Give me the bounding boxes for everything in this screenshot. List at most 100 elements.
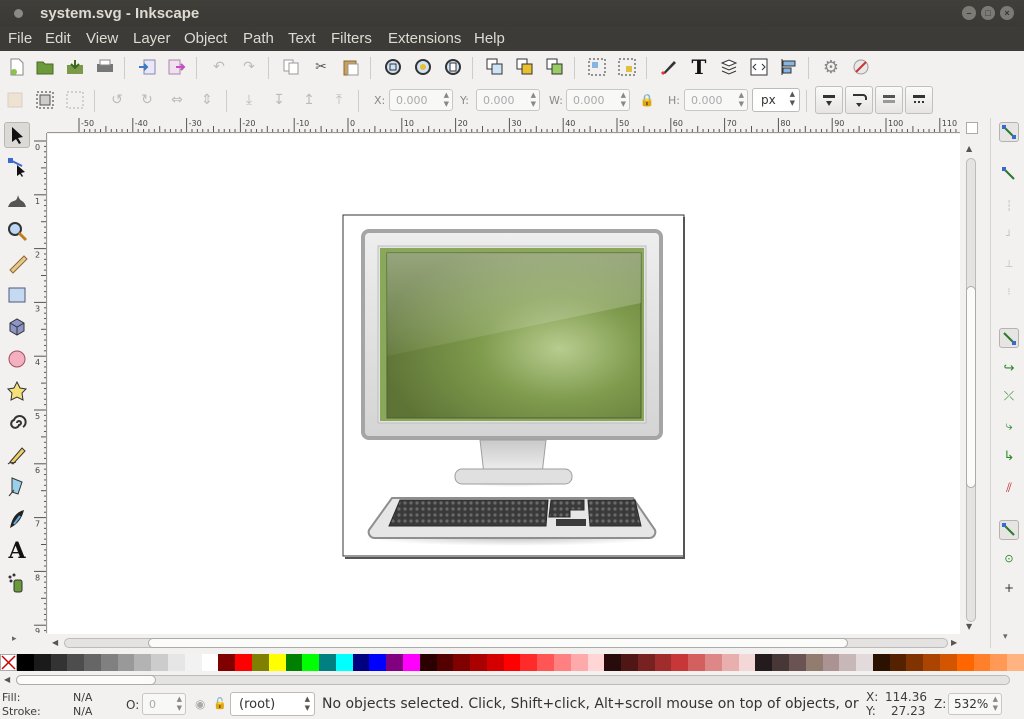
snap-cusp-icon[interactable]: ⤷ <box>999 416 1019 436</box>
palette-swatch[interactable] <box>218 654 236 671</box>
scroll-up-icon[interactable]: ▲ <box>966 144 972 153</box>
snap-bbox-corner-icon[interactable]: ┘ <box>999 226 1019 246</box>
unlink-clone-icon[interactable] <box>544 56 566 78</box>
palette-scroll-thumb[interactable] <box>16 675 156 685</box>
unit-select[interactable]: px ▲ ▼ <box>752 88 800 112</box>
zoom-drawing-icon[interactable] <box>412 56 434 78</box>
vertical-scrollbar[interactable]: ▲ ▼ <box>962 134 978 634</box>
palette-swatch[interactable] <box>856 654 873 671</box>
palette-swatch[interactable] <box>419 654 437 671</box>
preferences-gear-icon[interactable]: ⚙ <box>820 56 842 78</box>
pencil-tool-icon[interactable] <box>4 442 30 468</box>
menu-filters[interactable]: Filters <box>331 30 372 47</box>
open-icon[interactable] <box>34 56 56 78</box>
spray-tool-icon[interactable] <box>4 570 30 596</box>
palette-swatch[interactable] <box>486 654 504 671</box>
zoom-page-icon[interactable] <box>442 56 464 78</box>
palette-swatch[interactable] <box>939 654 957 671</box>
paste-icon[interactable] <box>340 56 362 78</box>
palette-swatch[interactable] <box>268 654 286 671</box>
palette-swatch[interactable] <box>671 654 689 671</box>
palette-swatch[interactable] <box>50 654 68 671</box>
star-tool-icon[interactable] <box>4 378 30 404</box>
raise-icon[interactable]: ↥ <box>298 89 320 111</box>
palette-swatch[interactable] <box>335 654 353 671</box>
menu-text[interactable]: Text <box>288 30 316 47</box>
palette-swatch[interactable] <box>302 654 320 671</box>
select-all-layers-icon[interactable] <box>34 89 56 111</box>
palette-swatch[interactable] <box>637 654 655 671</box>
palette-swatch[interactable] <box>151 654 169 671</box>
snap-paths-icon[interactable]: ↪ <box>999 358 1019 378</box>
palette-swatch[interactable] <box>470 654 487 671</box>
palette-swatch[interactable] <box>134 654 152 671</box>
palette-swatch[interactable] <box>184 654 202 671</box>
palette-swatch[interactable] <box>17 654 34 671</box>
palette-swatch[interactable] <box>537 654 554 671</box>
menu-view[interactable]: View <box>86 30 118 47</box>
zoom-selection-icon[interactable] <box>382 56 404 78</box>
lock-guides-icon[interactable] <box>966 122 978 134</box>
spiral-tool-icon[interactable] <box>4 410 30 436</box>
save-icon[interactable] <box>64 56 86 78</box>
palette-swatch[interactable] <box>772 654 789 671</box>
clone-icon[interactable] <box>514 56 536 78</box>
select-all-icon[interactable] <box>4 89 26 111</box>
drawing-canvas[interactable] <box>48 134 960 634</box>
palette-swatch[interactable] <box>738 654 756 671</box>
horizontal-scrollbar[interactable]: ◀ ▶ <box>48 636 962 650</box>
lower-icon[interactable]: ↧ <box>268 89 290 111</box>
palette-scroll-left-icon[interactable]: ◀ <box>4 675 10 684</box>
minimize-icon[interactable]: – <box>962 6 976 20</box>
palette-swatch[interactable] <box>201 654 219 671</box>
palette-swatch[interactable] <box>100 654 118 671</box>
rotate-cw-icon[interactable]: ↻ <box>136 89 158 111</box>
snap-rotation-center-icon[interactable]: + <box>999 578 1019 598</box>
palette-swatch[interactable] <box>84 654 101 671</box>
stroke-indicator[interactable]: N/A <box>73 705 92 718</box>
import-icon[interactable] <box>136 56 158 78</box>
palette-swatch[interactable] <box>520 654 538 671</box>
snap-intersection-icon[interactable]: ⤫ <box>999 386 1019 406</box>
y-field[interactable]: 0.000 ▲ ▼ <box>476 89 540 111</box>
palette-swatch[interactable] <box>872 654 890 671</box>
ellipse-tool-icon[interactable] <box>4 346 30 372</box>
snap-bbox-edge-icon[interactable]: ┆ <box>999 196 1019 216</box>
xml-editor-icon[interactable] <box>748 56 770 78</box>
move-patterns-toggle[interactable] <box>905 86 933 114</box>
snap-nodes-icon[interactable] <box>999 328 1019 348</box>
measure-tool-icon[interactable] <box>4 250 30 276</box>
width-field[interactable]: 0.000 ▲ ▼ <box>566 89 630 111</box>
flip-horizontal-icon[interactable]: ⇔ <box>166 89 188 111</box>
fill-stroke-icon[interactable] <box>658 56 680 78</box>
pen-tool-icon[interactable] <box>4 474 30 500</box>
tweak-tool-icon[interactable] <box>4 186 30 212</box>
flip-vertical-icon[interactable]: ⇕ <box>196 89 218 111</box>
palette-swatch[interactable] <box>688 654 706 671</box>
3d-box-tool-icon[interactable] <box>4 314 30 340</box>
layers-icon[interactable] <box>718 56 740 78</box>
window-menu-dot[interactable] <box>14 9 23 18</box>
scale-corners-toggle[interactable] <box>845 86 873 114</box>
menu-extensions[interactable]: Extensions <box>388 30 461 47</box>
palette-swatch[interactable] <box>554 654 571 671</box>
palette-swatch[interactable] <box>352 654 370 671</box>
snap-bbox-icon[interactable] <box>999 164 1019 184</box>
menu-layer[interactable]: Layer <box>133 30 171 47</box>
snapbar-more-icon[interactable]: ▾ <box>1003 632 1008 642</box>
snap-bbox-midpoint-icon[interactable]: ⊥ <box>999 254 1019 274</box>
palette-scrollbar[interactable]: ◀ <box>0 673 1024 687</box>
text-tool-icon[interactable]: A <box>4 538 30 564</box>
move-gradients-toggle[interactable] <box>875 86 903 114</box>
palette-swatch[interactable] <box>705 654 722 671</box>
snap-smooth-icon[interactable]: ↳ <box>999 446 1019 466</box>
palette-swatch[interactable] <box>889 654 907 671</box>
group-icon[interactable] <box>586 56 608 78</box>
maximize-icon[interactable]: □ <box>981 6 995 20</box>
palette-swatch[interactable] <box>990 654 1008 671</box>
document-properties-icon[interactable] <box>850 56 872 78</box>
palette-swatch[interactable] <box>1007 654 1024 671</box>
palette-swatch[interactable] <box>805 654 823 671</box>
export-icon[interactable] <box>166 56 188 78</box>
cut-icon[interactable]: ✂ <box>310 56 332 78</box>
